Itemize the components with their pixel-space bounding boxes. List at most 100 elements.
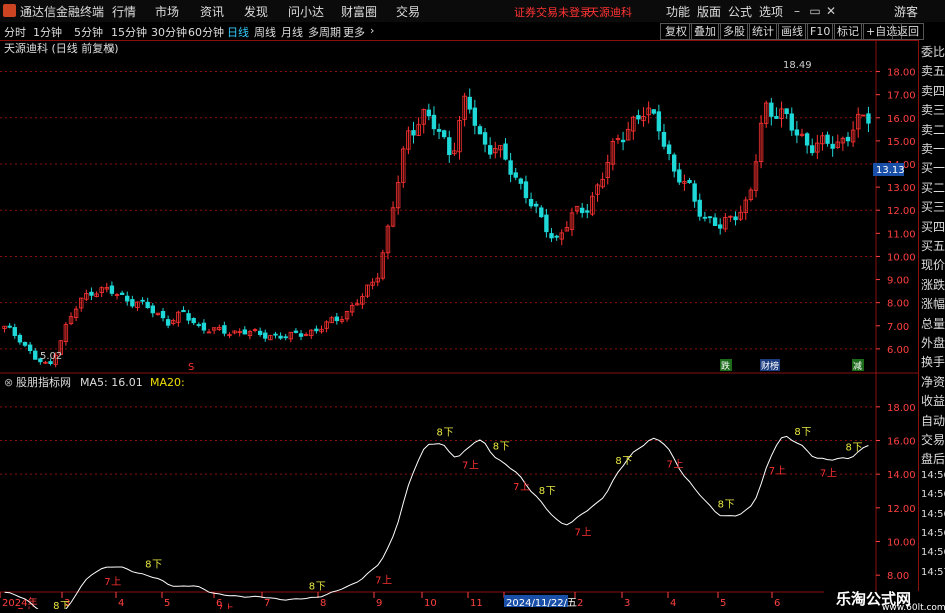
candle-body xyxy=(528,198,534,207)
draw-line-button[interactable]: 画线 xyxy=(776,23,808,40)
quote-label[interactable]: 14:56 xyxy=(921,489,945,500)
quote-label[interactable]: 换手 xyxy=(921,353,945,370)
candle-body xyxy=(17,334,23,343)
layout-button[interactable]: 版面 xyxy=(697,3,721,20)
period-daily[interactable]: 日线 xyxy=(227,24,249,40)
tag-down-text: 下 xyxy=(725,500,735,511)
mark-button[interactable]: 标记 xyxy=(832,23,864,40)
f10-button[interactable]: F10 xyxy=(805,23,836,40)
minimize-icon[interactable]: – xyxy=(788,2,806,20)
candle-body xyxy=(263,332,268,339)
menu-shichang[interactable]: 市场 xyxy=(155,3,179,20)
period-weekly[interactable]: 周线 xyxy=(254,24,276,40)
chevron-right-icon[interactable]: › xyxy=(370,24,374,37)
period-30min[interactable]: 30分钟 xyxy=(151,24,187,40)
tag-8down: 8 xyxy=(53,601,59,609)
cai-marker: 财榜 xyxy=(761,360,779,372)
current-price: 13.13 xyxy=(876,165,905,176)
quote-label[interactable]: 14:56 xyxy=(921,509,945,520)
quote-label[interactable]: 盘后 xyxy=(921,450,945,467)
candle-body xyxy=(666,144,672,154)
tag-up-text: 上 xyxy=(520,481,530,493)
candle-body xyxy=(314,328,319,332)
menu-hangqing[interactable]: 行情 xyxy=(112,3,136,20)
time-tick: 2 xyxy=(577,598,583,609)
stock-link[interactable]: 天源迪科 xyxy=(588,4,632,20)
price-tick: 10.00 xyxy=(887,252,916,263)
candle-body xyxy=(702,216,708,219)
tag-8down: 8 xyxy=(437,428,443,439)
tag-down-text: 下 xyxy=(60,601,70,609)
quote-label[interactable]: 卖五 xyxy=(921,62,945,79)
quote-label[interactable]: 卖四 xyxy=(921,82,945,99)
quote-label[interactable]: 卖一 xyxy=(921,140,945,157)
period-1min[interactable]: 1分钟 xyxy=(33,24,62,40)
candle-body xyxy=(293,330,299,333)
quote-label[interactable]: 净资 xyxy=(921,373,945,390)
stats-button[interactable]: 统计 xyxy=(747,23,779,40)
quote-label[interactable]: 14:56 xyxy=(921,528,945,539)
guest-label[interactable]: 游客 xyxy=(894,3,918,20)
quote-label[interactable]: 自动 xyxy=(921,412,945,429)
quote-label[interactable]: 外盘 xyxy=(921,334,945,351)
quote-label[interactable]: 买四 xyxy=(921,218,945,235)
tag-up-text: 上 xyxy=(382,574,392,586)
candle-body xyxy=(830,143,835,149)
candle-body xyxy=(651,109,656,114)
candle-body xyxy=(334,316,340,322)
menu-zixun[interactable]: 资讯 xyxy=(200,3,224,20)
close-icon[interactable]: ✕ xyxy=(822,2,840,20)
overlay-button[interactable]: 叠加 xyxy=(689,23,721,40)
tag-8down: 8 xyxy=(539,486,545,497)
settings-icon[interactable]: ⊗ xyxy=(106,42,115,55)
fuquan-button[interactable]: 复权 xyxy=(660,23,692,40)
candle-body xyxy=(513,172,518,178)
options-button[interactable]: 选项 xyxy=(759,3,783,20)
candle-body xyxy=(585,210,590,213)
quote-label[interactable]: 买三 xyxy=(921,198,945,215)
candlestick-chart[interactable]: 6.00 7.00 8.00 9.00 10.00 11.00 12.00 13.00 14.0… xyxy=(0,40,918,609)
candle-body xyxy=(12,327,17,336)
period-multi[interactable]: 多周期 xyxy=(308,24,341,40)
period-monthly[interactable]: 月线 xyxy=(281,24,303,40)
indicator-settings-icon[interactable]: ⊗ xyxy=(4,376,13,389)
period-fenshi[interactable]: 分时 xyxy=(4,24,26,40)
function-button[interactable]: 功能 xyxy=(666,3,690,20)
quote-label[interactable]: 委比 xyxy=(921,43,945,60)
quote-label[interactable]: 卖二 xyxy=(921,121,945,138)
quote-label[interactable]: 现价 xyxy=(921,256,945,273)
login-warning[interactable]: 证券交易未登录 xyxy=(514,4,591,20)
menu-wenxiaoda[interactable]: 问小达 xyxy=(288,3,324,20)
quote-label[interactable]: 收益 xyxy=(921,392,945,409)
back-button[interactable]: 返回 xyxy=(892,23,924,40)
title-bar: 通达信金融终端 行情 市场 资讯 发现 问小达 财富圈 交易 证券交易未登录 天… xyxy=(0,0,945,23)
period-15min[interactable]: 15分钟 xyxy=(111,24,147,40)
period-5min[interactable]: 5分钟 xyxy=(74,24,103,40)
quote-label[interactable]: 涨幅 xyxy=(921,295,945,312)
time-tick: 7 xyxy=(264,598,270,609)
quote-label[interactable]: 总量 xyxy=(921,315,945,332)
candle-body xyxy=(784,108,789,115)
quote-label[interactable]: 交易 xyxy=(921,431,945,448)
candle-body xyxy=(278,335,283,339)
tag-down-text: 下 xyxy=(546,486,556,497)
formula-button[interactable]: 公式 xyxy=(728,3,752,20)
quote-label[interactable]: 买五 xyxy=(921,237,945,254)
quote-label[interactable]: 卖三 xyxy=(921,101,945,118)
candle-body xyxy=(774,116,779,119)
quote-label[interactable]: 14:56 xyxy=(921,470,945,481)
menu-faxian[interactable]: 发现 xyxy=(244,3,268,20)
candle-body xyxy=(707,216,713,219)
candle-body xyxy=(472,107,478,126)
period-more[interactable]: 更多 xyxy=(343,24,365,40)
quote-label[interactable]: 买一 xyxy=(921,159,945,176)
quote-label[interactable]: 买二 xyxy=(921,179,945,196)
period-60min[interactable]: 60分钟 xyxy=(188,24,224,40)
menu-caifuquan[interactable]: 财富圈 xyxy=(341,3,377,20)
quote-label[interactable]: 14:57 xyxy=(921,567,945,578)
quote-label[interactable]: 涨跌 xyxy=(921,276,945,293)
candle-body xyxy=(482,132,488,145)
quote-label[interactable]: 14:56 xyxy=(921,547,945,558)
menu-jiaoyi[interactable]: 交易 xyxy=(396,3,420,20)
multi-stock-button[interactable]: 多股 xyxy=(718,23,750,40)
